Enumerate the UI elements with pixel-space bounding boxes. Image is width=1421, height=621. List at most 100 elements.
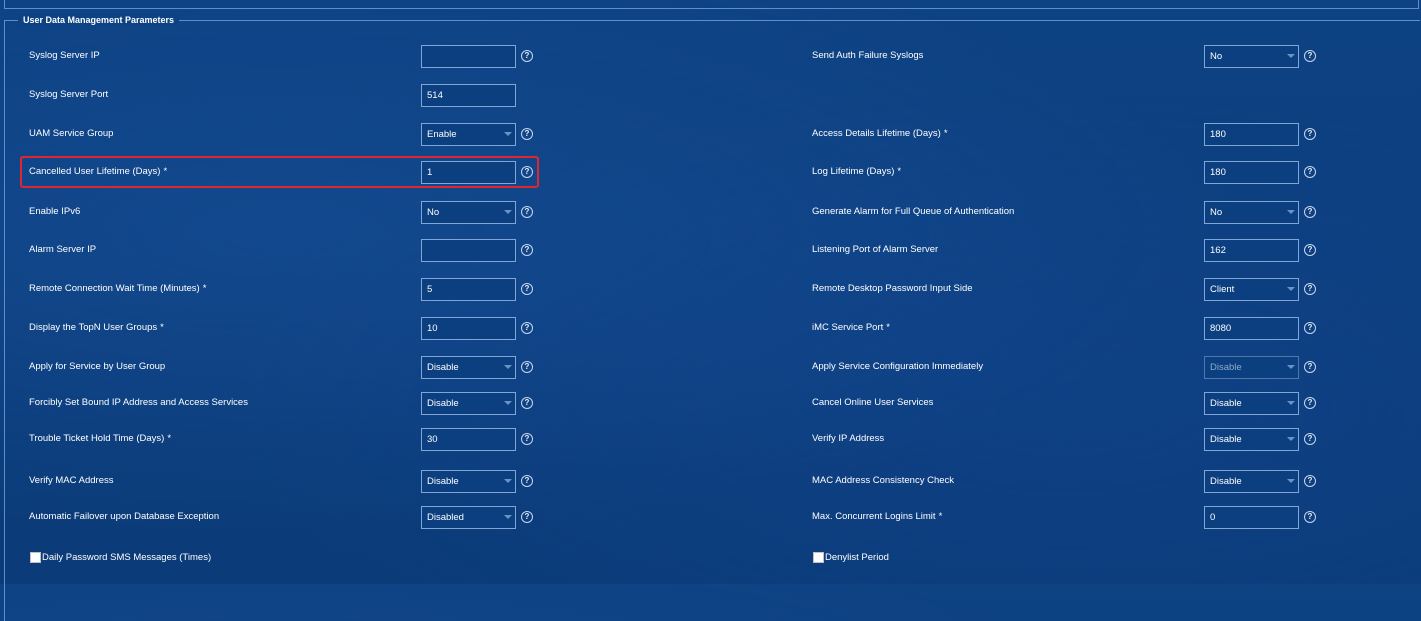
help-icon[interactable]: ? xyxy=(1304,322,1316,334)
verify-mac-address-select[interactable]: Disable xyxy=(421,470,516,493)
cancel-online-user-services-value: Disable xyxy=(1210,398,1242,409)
chevron-down-icon[interactable] xyxy=(504,365,512,369)
enable-ipv6-value: No xyxy=(427,207,440,218)
enable-ipv6-select[interactable]: No xyxy=(421,201,516,224)
chevron-down-icon[interactable] xyxy=(1287,437,1295,441)
automatic-failover-upon-database-exception-label: Automatic Failover upon Database Excepti… xyxy=(29,511,219,523)
automatic-failover-upon-database-exception-value: Disabled xyxy=(427,512,464,523)
help-icon[interactable]: ? xyxy=(521,397,533,409)
automatic-failover-upon-database-exception-select[interactable]: Disabled xyxy=(421,506,516,529)
display-the-topn-user-groups-input[interactable]: 10 xyxy=(421,317,516,340)
help-icon[interactable]: ? xyxy=(1304,511,1316,523)
top-panel-border xyxy=(4,0,1419,9)
syslog-server-ip-label: Syslog Server IP xyxy=(29,50,100,62)
mac-address-consistency-check-label-text: MAC Address Consistency Check xyxy=(812,475,955,486)
listening-port-of-alarm-server-label: Listening Port of Alarm Server xyxy=(812,244,938,256)
help-icon[interactable]: ? xyxy=(1304,397,1316,409)
highlight-cancelled-user-lifetime xyxy=(20,156,539,188)
chevron-down-icon[interactable] xyxy=(1287,365,1295,369)
imc-service-port-input[interactable]: 8080 xyxy=(1204,317,1299,340)
chevron-down-icon[interactable] xyxy=(1287,54,1295,58)
chevron-down-icon[interactable] xyxy=(504,515,512,519)
apply-service-configuration-immediately-label-text: Apply Service Configuration Immediately xyxy=(812,361,984,372)
help-icon[interactable]: ? xyxy=(521,128,533,140)
display-the-topn-user-groups-label: Display the TopN User Groups * xyxy=(29,322,164,334)
verify-ip-address-label-text: Verify IP Address xyxy=(812,433,885,444)
chevron-down-icon[interactable] xyxy=(1287,210,1295,214)
apply-for-service-by-user-group-select[interactable]: Disable xyxy=(421,356,516,379)
verify-ip-address-value: Disable xyxy=(1210,434,1242,445)
display-the-topn-user-groups-label-text: Display the TopN User Groups xyxy=(29,322,158,333)
send-auth-failure-syslogs-label-text: Send Auth Failure Syslogs xyxy=(812,50,924,61)
help-icon[interactable]: ? xyxy=(1304,166,1316,178)
trouble-ticket-hold-time-days-input[interactable]: 30 xyxy=(421,428,516,451)
help-icon[interactable]: ? xyxy=(521,206,533,218)
help-icon[interactable]: ? xyxy=(521,433,533,445)
uam-service-group-select[interactable]: Enable xyxy=(421,123,516,146)
max-concurrent-logins-limit-label-text: Max. Concurrent Logins Limit xyxy=(812,511,936,522)
listening-port-of-alarm-server-value: 162 xyxy=(1210,245,1226,256)
help-icon[interactable]: ? xyxy=(1304,361,1316,373)
help-icon[interactable]: ? xyxy=(521,475,533,487)
access-details-lifetime-days-value: 180 xyxy=(1210,129,1226,140)
verify-ip-address-select[interactable]: Disable xyxy=(1204,428,1299,451)
help-icon[interactable]: ? xyxy=(521,511,533,523)
cancel-online-user-services-label-text: Cancel Online User Services xyxy=(812,397,934,408)
forcibly-set-bound-ip-address-and-access-services-label: Forcibly Set Bound IP Address and Access… xyxy=(29,397,248,409)
help-icon[interactable]: ? xyxy=(1304,475,1316,487)
access-details-lifetime-days-input[interactable]: 180 xyxy=(1204,123,1299,146)
help-icon[interactable]: ? xyxy=(521,244,533,256)
access-details-lifetime-days-label: Access Details Lifetime (Days) * xyxy=(812,128,948,140)
help-icon[interactable]: ? xyxy=(1304,283,1316,295)
denylist-period-checkbox[interactable] xyxy=(813,552,824,563)
help-icon[interactable]: ? xyxy=(1304,244,1316,256)
required-asterisk: * xyxy=(897,166,902,177)
help-icon[interactable]: ? xyxy=(521,50,533,62)
required-asterisk: * xyxy=(202,283,207,294)
log-lifetime-days-value: 180 xyxy=(1210,167,1226,178)
cancel-online-user-services-select[interactable]: Disable xyxy=(1204,392,1299,415)
chevron-down-icon[interactable] xyxy=(504,479,512,483)
send-auth-failure-syslogs-label: Send Auth Failure Syslogs xyxy=(812,50,923,62)
mac-address-consistency-check-select[interactable]: Disable xyxy=(1204,470,1299,493)
help-icon[interactable]: ? xyxy=(1304,128,1316,140)
remote-connection-wait-time-minutes-value: 5 xyxy=(427,284,433,295)
remote-connection-wait-time-minutes-input[interactable]: 5 xyxy=(421,278,516,301)
imc-service-port-value: 8080 xyxy=(1210,323,1232,334)
listening-port-of-alarm-server-input[interactable]: 162 xyxy=(1204,239,1299,262)
required-asterisk: * xyxy=(167,433,172,444)
listening-port-of-alarm-server-label-text: Listening Port of Alarm Server xyxy=(812,244,939,255)
trouble-ticket-hold-time-days-value: 30 xyxy=(427,434,438,445)
syslog-server-port-input[interactable]: 514 xyxy=(421,84,516,107)
verify-mac-address-label: Verify MAC Address xyxy=(29,475,113,487)
forcibly-set-bound-ip-address-and-access-services-value: Disable xyxy=(427,398,459,409)
enable-ipv6-label: Enable IPv6 xyxy=(29,206,80,218)
forcibly-set-bound-ip-address-and-access-services-select[interactable]: Disable xyxy=(421,392,516,415)
chevron-down-icon[interactable] xyxy=(504,132,512,136)
log-lifetime-days-label: Log Lifetime (Days) * xyxy=(812,166,901,178)
alarm-server-ip-label-text: Alarm Server IP xyxy=(29,244,97,255)
imc-service-port-label: iMC Service Port * xyxy=(812,322,890,334)
chevron-down-icon[interactable] xyxy=(504,401,512,405)
help-icon[interactable]: ? xyxy=(521,361,533,373)
enable-ipv6-label-text: Enable IPv6 xyxy=(29,206,81,217)
send-auth-failure-syslogs-select[interactable]: No xyxy=(1204,45,1299,68)
chevron-down-icon[interactable] xyxy=(1287,401,1295,405)
remote-desktop-password-input-side-select[interactable]: Client xyxy=(1204,278,1299,301)
syslog-server-ip-input[interactable] xyxy=(421,45,516,68)
chevron-down-icon[interactable] xyxy=(504,210,512,214)
help-icon[interactable]: ? xyxy=(1304,433,1316,445)
apply-for-service-by-user-group-label-text: Apply for Service by User Group xyxy=(29,361,166,372)
alarm-server-ip-input[interactable] xyxy=(421,239,516,262)
generate-alarm-for-full-queue-of-authentication-select[interactable]: No xyxy=(1204,201,1299,224)
help-icon[interactable]: ? xyxy=(521,322,533,334)
help-icon[interactable]: ? xyxy=(1304,50,1316,62)
daily-password-sms-messages-times-checkbox[interactable] xyxy=(30,552,41,563)
chevron-down-icon[interactable] xyxy=(1287,479,1295,483)
access-details-lifetime-days-label-text: Access Details Lifetime (Days) xyxy=(812,128,941,139)
log-lifetime-days-input[interactable]: 180 xyxy=(1204,161,1299,184)
chevron-down-icon[interactable] xyxy=(1287,287,1295,291)
max-concurrent-logins-limit-input[interactable]: 0 xyxy=(1204,506,1299,529)
help-icon[interactable]: ? xyxy=(1304,206,1316,218)
help-icon[interactable]: ? xyxy=(521,283,533,295)
